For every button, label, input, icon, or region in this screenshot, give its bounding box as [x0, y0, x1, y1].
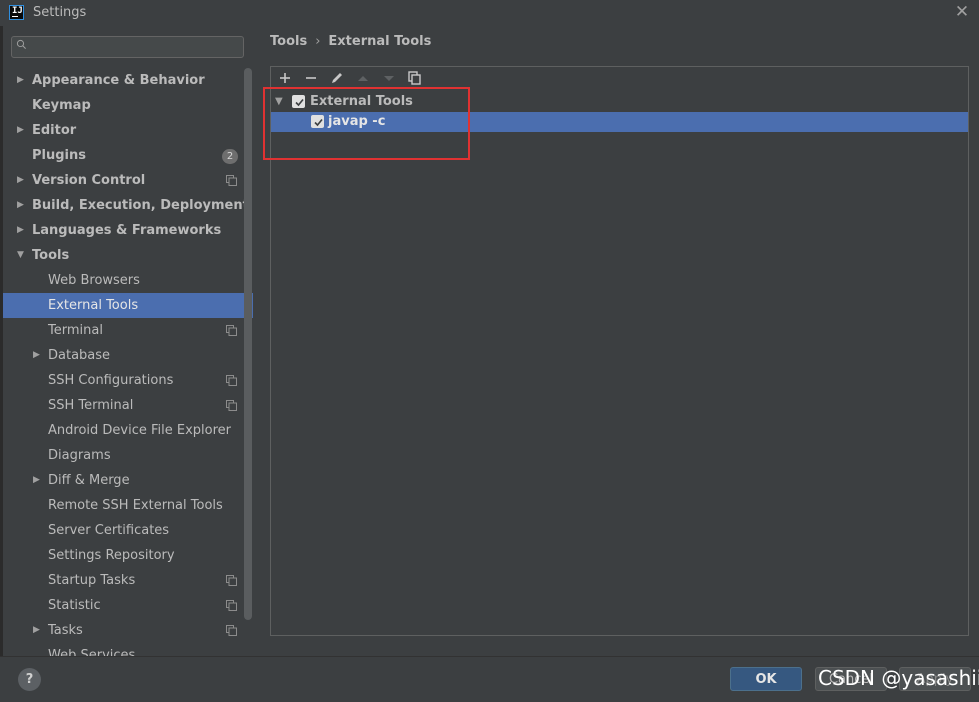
expand-arrow-icon[interactable]: ▶ [33, 468, 43, 493]
sidebar-item-remote-ssh-external-tools[interactable]: Remote SSH External Tools [3, 493, 253, 518]
edit-icon[interactable] [328, 69, 346, 87]
project-scope-icon [226, 325, 237, 336]
sidebar-item-label: Diagrams [48, 448, 111, 463]
sidebar-item-statistic[interactable]: Statistic [3, 593, 253, 618]
expand-arrow-icon[interactable]: ▶ [33, 618, 43, 643]
sidebar-item-label: Server Certificates [48, 523, 170, 538]
ok-button[interactable]: OK [730, 667, 802, 691]
sidebar-item-label: Plugins [32, 148, 86, 163]
sidebar-item-editor[interactable]: ▶ Editor [3, 118, 253, 143]
settings-tree: ▶ Appearance & Behavior Keymap ▶ Editor Plugi… [3, 68, 253, 656]
sidebar-item-diff-merge[interactable]: ▶ Diff & Merge [3, 468, 253, 493]
sidebar-item-label: External Tools [48, 298, 139, 313]
tools-toolbar [271, 67, 968, 89]
sidebar-item-label: Web Services [48, 648, 136, 656]
sidebar-item-server-certificates[interactable]: Server Certificates [3, 518, 253, 543]
search-input[interactable] [11, 36, 244, 58]
project-scope-icon [226, 400, 237, 411]
expand-arrow-icon[interactable]: ▶ [17, 118, 27, 143]
breadcrumb-current: External Tools [328, 34, 432, 49]
expand-arrow-icon[interactable]: ▶ [17, 193, 27, 218]
sidebar-item-label: Statistic [48, 598, 101, 613]
collapse-arrow-icon[interactable]: ▼ [17, 243, 27, 268]
remove-icon[interactable] [302, 69, 320, 87]
sidebar-item-label: Remote SSH External Tools [48, 498, 223, 513]
project-scope-icon [226, 625, 237, 636]
sidebar-item-database[interactable]: ▶ Database [3, 343, 253, 368]
project-scope-icon [226, 600, 237, 611]
sidebar-item-appearance-behavior[interactable]: ▶ Appearance & Behavior [3, 68, 253, 93]
project-scope-icon [226, 575, 237, 586]
expand-arrow-icon[interactable]: ▶ [17, 218, 27, 243]
sidebar-item-settings-repository[interactable]: Settings Repository [3, 543, 253, 568]
sidebar-item-label: Build, Execution, Deployment [32, 198, 249, 213]
sidebar-item-label: Languages & Frameworks [32, 223, 222, 238]
sidebar-item-version-control[interactable]: ▶ Version Control [3, 168, 253, 193]
sidebar-item-label: Keymap [32, 98, 91, 113]
sidebar-item-label: Tools [32, 248, 70, 263]
sidebar-item-startup-tasks[interactable]: Startup Tasks [3, 568, 253, 593]
sidebar-item-ssh-terminal[interactable]: SSH Terminal [3, 393, 253, 418]
window-title: Settings [33, 5, 87, 20]
sidebar-item-label: SSH Terminal [48, 398, 134, 413]
sidebar-item-tools[interactable]: ▼ Tools [3, 243, 253, 268]
sidebar-item-label: SSH Configurations [48, 373, 174, 388]
title-bar: IJ Settings ✕ [0, 0, 979, 26]
copy-icon[interactable] [405, 69, 423, 87]
sidebar-item-label: Settings Repository [48, 548, 175, 563]
highlight-annotation-box [263, 87, 470, 160]
watermark: CSDN @yasashii [818, 666, 979, 690]
breadcrumb-parent[interactable]: Tools [270, 34, 307, 49]
sidebar-item-tasks[interactable]: ▶ Tasks [3, 618, 253, 643]
settings-sidebar: ▶ Appearance & Behavior Keymap ▶ Editor Plugi… [3, 26, 253, 656]
sidebar-item-label: Database [48, 348, 111, 363]
sidebar-item-plugins[interactable]: Plugins 2 [3, 143, 253, 168]
sidebar-item-build-execution-deployment[interactable]: ▶ Build, Execution, Deployment [3, 193, 253, 218]
sidebar-item-terminal[interactable]: Terminal [3, 318, 253, 343]
sidebar-item-diagrams[interactable]: Diagrams [3, 443, 253, 468]
expand-arrow-icon[interactable]: ▶ [17, 168, 27, 193]
move-down-icon[interactable] [380, 69, 398, 87]
project-scope-icon [226, 375, 237, 386]
sidebar-item-label: Android Device File Explorer [48, 423, 231, 438]
plugins-update-badge: 2 [222, 149, 238, 164]
sidebar-item-label: Terminal [48, 323, 103, 338]
sidebar-item-label: Web Browsers [48, 273, 140, 288]
intellij-logo-icon: IJ [9, 5, 24, 20]
sidebar-item-keymap[interactable]: Keymap [3, 93, 253, 118]
help-button[interactable]: ? [18, 668, 41, 691]
sidebar-item-label: Diff & Merge [48, 473, 130, 488]
close-icon[interactable]: ✕ [952, 2, 972, 22]
sidebar-item-external-tools[interactable]: External Tools [3, 293, 253, 318]
sidebar-item-web-services[interactable]: Web Services [3, 643, 253, 656]
sidebar-item-ssh-configurations[interactable]: SSH Configurations [3, 368, 253, 393]
sidebar-item-web-browsers[interactable]: Web Browsers [3, 268, 253, 293]
sidebar-item-label: Editor [32, 123, 77, 138]
sidebar-item-languages-frameworks[interactable]: ▶ Languages & Frameworks [3, 218, 253, 243]
sidebar-item-label: Version Control [32, 173, 146, 188]
breadcrumb: Tools › External Tools [270, 34, 431, 49]
add-icon[interactable] [276, 69, 294, 87]
sidebar-item-android-device-file-explorer[interactable]: Android Device File Explorer [3, 418, 253, 443]
project-scope-icon [226, 175, 237, 186]
search-icon [16, 39, 26, 49]
sidebar-scrollbar[interactable] [244, 68, 252, 620]
expand-arrow-icon[interactable]: ▶ [33, 343, 43, 368]
move-up-icon[interactable] [354, 69, 372, 87]
sidebar-item-label: Startup Tasks [48, 573, 136, 588]
breadcrumb-separator: › [315, 34, 321, 49]
expand-arrow-icon[interactable]: ▶ [17, 68, 27, 93]
sidebar-item-label: Appearance & Behavior [32, 73, 205, 88]
sidebar-item-label: Tasks [48, 623, 83, 638]
